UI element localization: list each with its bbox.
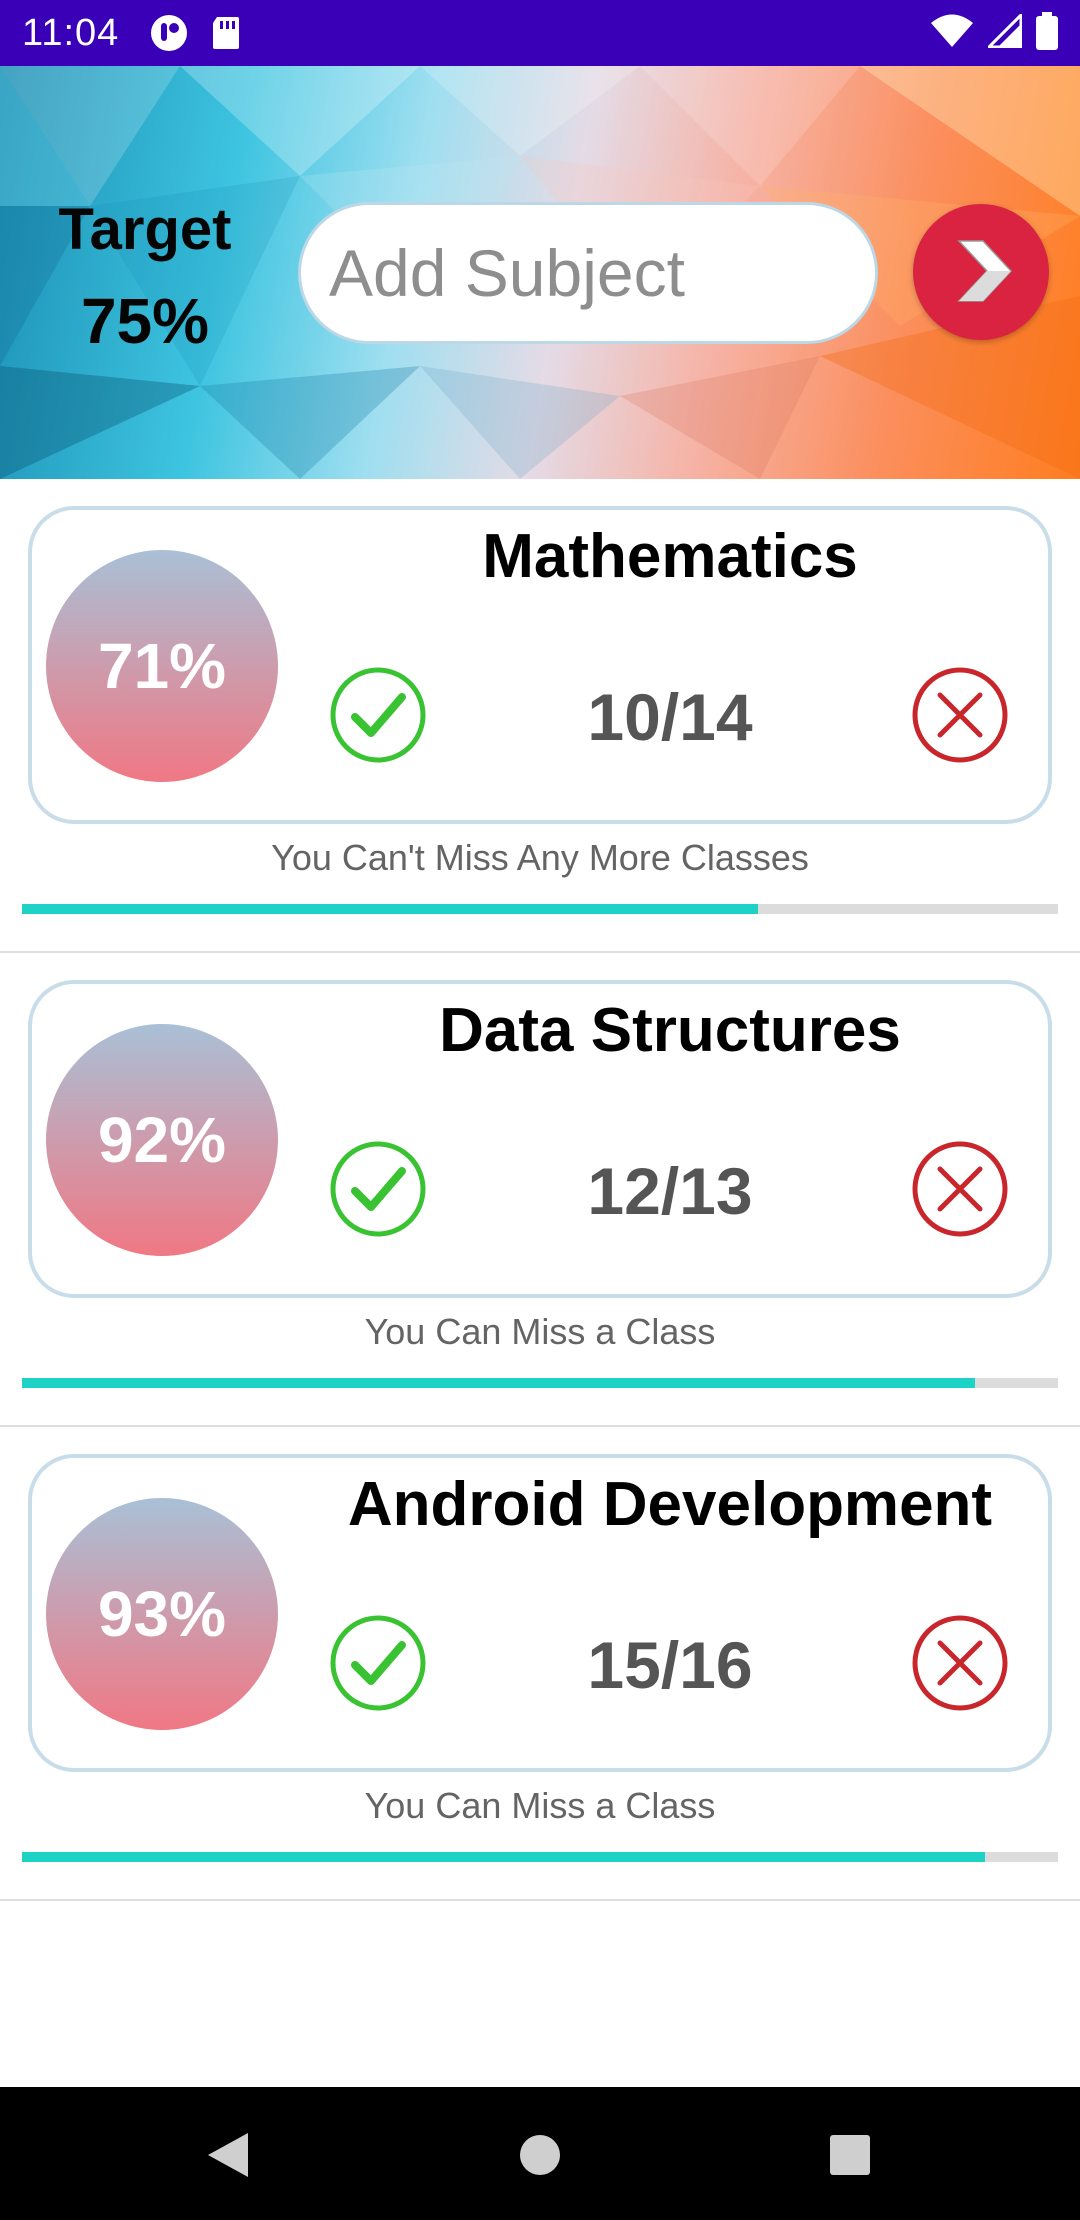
divider	[0, 1899, 1080, 1901]
navigation-bar	[0, 2087, 1080, 2220]
back-button[interactable]	[190, 2115, 270, 2195]
target-label: Target	[58, 197, 232, 262]
status-bar: 11:04	[0, 0, 1080, 66]
attendance-percent-circle: 93%	[46, 1498, 278, 1730]
attendance-advice: You Can't Miss Any More Classes	[271, 837, 809, 878]
attendance-progress-bar	[22, 1378, 1058, 1388]
attendance-percent-circle: 92%	[46, 1024, 278, 1256]
attendance-progress-bar	[22, 904, 1058, 914]
add-subject-input[interactable]	[298, 202, 878, 344]
subject-name: Mathematics	[482, 522, 858, 591]
subject-name: Data Structures	[439, 996, 901, 1065]
back-icon	[208, 2133, 248, 2177]
attendance-percent-circle: 71%	[46, 550, 278, 782]
mark-absent-button[interactable]	[910, 1613, 1010, 1713]
wifi-icon	[930, 14, 974, 53]
attendance-percent: 93%	[97, 1578, 227, 1650]
home-icon	[520, 2135, 560, 2175]
attendance-advice: You Can Miss a Class	[364, 1311, 716, 1352]
target-value: 75%	[80, 285, 210, 357]
attendance-progress-fill	[22, 904, 758, 914]
attended-count: 10/14	[587, 680, 753, 754]
subject-card: 92% Data Structures 12/13 You Can Miss a…	[0, 953, 1080, 1427]
cross-circle-icon	[912, 667, 1008, 763]
mark-absent-button[interactable]	[910, 1139, 1010, 1239]
sd-card-icon	[211, 15, 241, 51]
mark-present-button[interactable]	[328, 1139, 428, 1239]
attendance-progress-fill	[22, 1378, 976, 1388]
recents-button[interactable]	[810, 2115, 890, 2195]
home-button[interactable]	[500, 2115, 580, 2195]
status-time: 11:04	[22, 11, 120, 54]
chevron-right-icon	[941, 231, 1021, 314]
battery-icon	[1036, 11, 1058, 55]
check-circle-icon	[330, 667, 426, 763]
mark-present-button[interactable]	[328, 1613, 428, 1713]
subject-card: 93% Android Development 15/16 You Can Mi…	[0, 1427, 1080, 1901]
check-circle-icon	[330, 1141, 426, 1237]
subject-name: Android Development	[347, 1470, 993, 1539]
attended-count: 12/13	[587, 1154, 753, 1228]
subject-card: 71% Mathematics 10/14 You Can't Miss Any…	[0, 479, 1080, 953]
mark-absent-button[interactable]	[910, 665, 1010, 765]
cellular-signal-icon	[985, 10, 1023, 53]
add-subject-button[interactable]	[913, 204, 1049, 340]
attendance-percent: 92%	[97, 1104, 227, 1176]
cross-circle-icon	[912, 1141, 1008, 1237]
notification-app-icon	[149, 13, 189, 53]
check-circle-icon	[330, 1615, 426, 1711]
attendance-progress-fill	[22, 1852, 986, 1862]
attendance-percent: 71%	[97, 630, 227, 702]
attendance-advice: You Can Miss a Class	[364, 1785, 716, 1826]
attended-count: 15/16	[587, 1628, 753, 1702]
recents-icon	[830, 2135, 870, 2175]
header-banner: Target 75%	[0, 66, 1080, 479]
attendance-progress-bar	[22, 1852, 1058, 1862]
mark-present-button[interactable]	[328, 665, 428, 765]
cross-circle-icon	[912, 1615, 1008, 1711]
